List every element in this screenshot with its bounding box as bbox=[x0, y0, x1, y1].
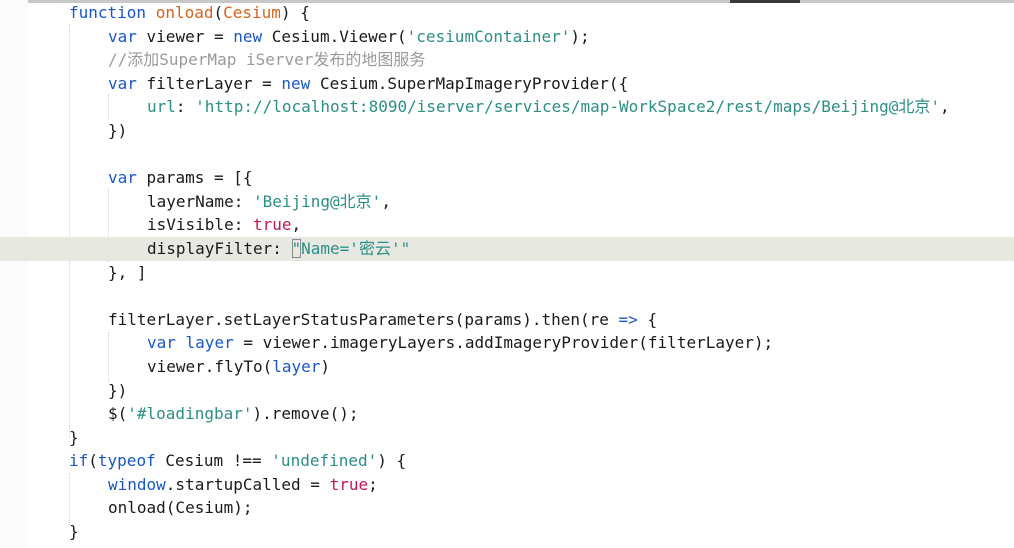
keyword-var: var bbox=[108, 26, 137, 46]
keyword-new: new bbox=[281, 73, 311, 93]
code-text: ); bbox=[570, 26, 590, 46]
code-text: } bbox=[69, 427, 79, 447]
code-line-6[interactable]: }) bbox=[0, 119, 1014, 143]
code-line-16[interactable]: viewer.flyTo(layer) bbox=[0, 355, 1014, 379]
code-text: , bbox=[291, 215, 302, 235]
code-line-19[interactable]: } bbox=[0, 426, 1014, 450]
arrow-operator: => bbox=[618, 309, 638, 329]
code-line-23[interactable]: } bbox=[0, 520, 1014, 544]
code-text: Cesium.SuperMapImageryProvider({ bbox=[310, 73, 629, 93]
code-line-21[interactable]: window.startupCalled = true; bbox=[0, 473, 1014, 497]
code-text: = viewer.imageryLayers.addImageryProvide… bbox=[233, 333, 774, 353]
code-text: } bbox=[69, 522, 79, 542]
code-line-3[interactable]: //添加SuperMap iServer发布的地图服务 bbox=[0, 48, 1014, 72]
code-line-20[interactable]: if(typeof Cesium !== 'undefined') { bbox=[0, 449, 1014, 473]
code-comment: //添加SuperMap iServer发布的地图服务 bbox=[108, 50, 426, 70]
string-literal: Name='密云' bbox=[301, 238, 401, 258]
code-line-9[interactable]: layerName: 'Beijing@北京', bbox=[0, 190, 1014, 214]
code-text: : bbox=[175, 97, 196, 117]
keyword-var: var bbox=[108, 73, 137, 93]
code-text: ; bbox=[368, 474, 378, 494]
code-text: viewer = bbox=[136, 26, 234, 46]
string-literal: 'Beijing@北京' bbox=[252, 191, 382, 211]
string-literal: 'undefined' bbox=[271, 451, 378, 471]
code-line-2[interactable]: var viewer = new Cesium.Viewer('cesiumCo… bbox=[0, 25, 1014, 49]
keyword-var: var bbox=[108, 168, 137, 188]
code-text: params = [{ bbox=[136, 168, 253, 188]
keyword-function: function bbox=[69, 3, 147, 22]
keyword-window: window bbox=[108, 474, 166, 494]
keyword-var: var bbox=[147, 333, 176, 353]
code-text: onload(Cesium); bbox=[108, 498, 253, 518]
variable-layer: layer bbox=[175, 333, 234, 353]
code-line-10[interactable]: isVisible: true, bbox=[0, 213, 1014, 237]
code-text: displayFilter: bbox=[147, 238, 292, 258]
code-text: filterLayer.setLayerStatusParameters(par… bbox=[108, 309, 619, 329]
code-text: Cesium.Viewer( bbox=[262, 26, 407, 46]
code-line-17[interactable]: }) bbox=[0, 379, 1014, 403]
code-text: isVisible: bbox=[147, 215, 253, 235]
code-text: }) bbox=[108, 380, 128, 400]
function-name: onload bbox=[155, 3, 214, 22]
code-text: }) bbox=[108, 120, 128, 140]
code-text: .startupCalled = bbox=[165, 474, 330, 494]
code-line-1[interactable]: function onload(Cesium) { bbox=[0, 1, 1014, 25]
code-text: filterLayer = bbox=[136, 73, 282, 93]
code-line-15[interactable]: var layer = viewer.imageryLayers.addImag… bbox=[0, 331, 1014, 355]
variable-layer: layer bbox=[272, 356, 321, 376]
code-line-11-current[interactable]: displayFilter: "Name='密云'" bbox=[0, 236, 1014, 261]
property-key: url bbox=[147, 97, 176, 117]
boolean-literal: true bbox=[329, 474, 369, 494]
matched-quote-open: " bbox=[291, 238, 302, 258]
code-line-12[interactable]: }, ] bbox=[0, 261, 1014, 285]
code-line-18[interactable]: $('#loadingbar').remove(); bbox=[0, 402, 1014, 426]
code-line-22[interactable]: onload(Cesium); bbox=[0, 496, 1014, 520]
code-text: viewer.flyTo( bbox=[147, 356, 273, 376]
code-editor[interactable]: function onload(Cesium) { var viewer = n… bbox=[0, 0, 1014, 548]
code-line-8[interactable]: var params = [{ bbox=[0, 166, 1014, 190]
code-line-7[interactable] bbox=[0, 143, 1014, 167]
string-literal: '#loadingbar' bbox=[127, 404, 253, 424]
code-text: { bbox=[637, 309, 658, 329]
code-line-13[interactable] bbox=[0, 284, 1014, 308]
string-literal: 'cesiumContainer' bbox=[406, 26, 571, 46]
keyword-if: if bbox=[69, 451, 89, 471]
code-area[interactable]: function onload(Cesium) { var viewer = n… bbox=[0, 1, 1014, 544]
code-line-5[interactable]: url: 'http://localhost:8090/iserver/serv… bbox=[0, 95, 1014, 119]
code-text: , bbox=[940, 97, 950, 117]
code-text: Cesium !== bbox=[155, 451, 272, 471]
code-text: }, ] bbox=[108, 262, 147, 282]
matched-quote-close: " bbox=[400, 238, 411, 258]
code-line-4[interactable]: var filterLayer = new Cesium.SuperMapIma… bbox=[0, 72, 1014, 96]
param-name: Cesium bbox=[223, 3, 281, 22]
string-literal-url: 'http://localhost:8090/iserver/services/… bbox=[195, 97, 941, 117]
code-text: ) { bbox=[377, 451, 407, 471]
code-text: ).remove(); bbox=[252, 404, 359, 424]
boolean-literal: true bbox=[252, 215, 292, 235]
code-text: ) bbox=[320, 356, 331, 376]
keyword-typeof: typeof bbox=[97, 451, 156, 471]
code-text: , bbox=[381, 191, 391, 211]
code-text: ( bbox=[88, 451, 98, 471]
keyword-new: new bbox=[233, 26, 263, 46]
paren-open: ( bbox=[213, 3, 224, 22]
code-line-14[interactable]: filterLayer.setLayerStatusParameters(par… bbox=[0, 308, 1014, 332]
paren-close: ) { bbox=[280, 3, 310, 22]
code-text: $( bbox=[108, 404, 128, 424]
code-text: layerName: bbox=[147, 191, 253, 211]
